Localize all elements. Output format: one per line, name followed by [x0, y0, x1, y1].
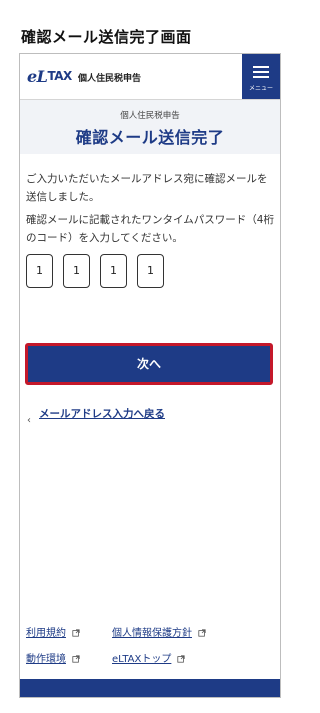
footer-link-terms-label[interactable]: 利用規約: [26, 628, 66, 639]
description: ご入力いただいたメールアドレス宛に確認メールを送信しました。 確認メールに記載さ…: [26, 170, 276, 252]
logo-main: eL: [27, 67, 48, 86]
description-line-1: ご入力いただいたメールアドレス宛に確認メールを送信しました。: [26, 173, 268, 203]
page-title: 確認メール送信完了: [75, 128, 225, 147]
chevron-left-icon: ‹: [27, 415, 31, 426]
hamburger-icon: [253, 66, 269, 81]
code-input-3[interactable]: 1: [100, 254, 127, 288]
footer-link-terms[interactable]: 利用規約: [26, 624, 80, 639]
phone-frame: eLTAX 個人住民税申告 メニュー 個人住民税申告 確認メール送信完了 ご入力…: [19, 53, 281, 698]
footer-bar: [20, 679, 280, 697]
code-input-2[interactable]: 1: [63, 254, 90, 288]
external-link-icon: [72, 655, 80, 663]
back-link-label[interactable]: メールアドレス入力へ戻る: [39, 406, 209, 423]
app-name: 個人住民税申告: [78, 74, 142, 84]
logo-tax: TAX: [47, 69, 72, 83]
description-line-2: 確認メールに記載されたワンタイムパスワード（4桁のコード）を入力してください。: [26, 214, 274, 244]
external-link-icon: [72, 629, 80, 637]
title-area: 個人住民税申告 確認メール送信完了: [20, 100, 280, 154]
code-input-1[interactable]: 1: [26, 254, 53, 288]
code-input-4[interactable]: 1: [137, 254, 164, 288]
sub-title: 個人住民税申告: [120, 111, 180, 121]
footer-link-environment[interactable]: 動作環境: [26, 650, 80, 665]
page-caption: 確認メール送信完了画面: [21, 28, 192, 46]
app-header: eLTAX 個人住民税申告 メニュー: [20, 54, 280, 100]
eltax-logo[interactable]: eLTAX: [27, 67, 72, 86]
footer-link-privacy[interactable]: 個人情報保護方針: [112, 624, 206, 639]
footer-link-eltax-top[interactable]: eLTAXトップ: [112, 650, 185, 665]
footer-link-privacy-label[interactable]: 個人情報保護方針: [112, 628, 192, 639]
menu-label: メニュー: [248, 85, 273, 92]
footer-link-environment-label[interactable]: 動作環境: [26, 654, 66, 665]
footer-link-eltax-top-label[interactable]: eLTAXトップ: [112, 654, 171, 665]
external-link-icon: [177, 655, 185, 663]
menu-button[interactable]: メニュー: [242, 54, 280, 99]
next-button[interactable]: 次へ: [25, 343, 273, 385]
external-link-icon: [198, 629, 206, 637]
